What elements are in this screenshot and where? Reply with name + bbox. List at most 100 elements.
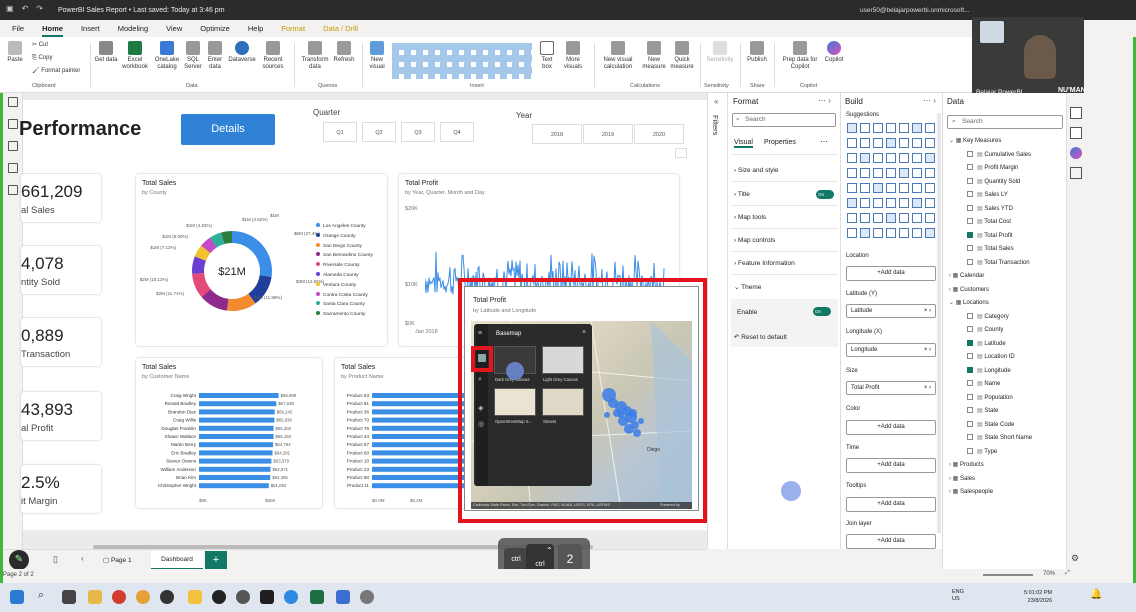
add-data-location[interactable]: +Add data bbox=[846, 266, 936, 281]
app-icon[interactable] bbox=[160, 590, 174, 604]
bar[interactable] bbox=[372, 434, 472, 439]
bar[interactable] bbox=[199, 425, 274, 431]
visual-type-icon[interactable] bbox=[886, 198, 896, 208]
more-visuals-button[interactable]: More visuals bbox=[558, 41, 588, 71]
field-item[interactable]: ▤ Latitude bbox=[967, 339, 1006, 347]
kpi-card[interactable]: 43,893 al Profit bbox=[21, 392, 101, 440]
get-data-button[interactable]: Get data bbox=[94, 41, 118, 64]
visual-type-icon[interactable] bbox=[873, 183, 883, 193]
donut-chart-visual[interactable]: Total Sales by County $1M $1M (4.82%) $1M … bbox=[136, 174, 387, 346]
field-item[interactable]: ▤ Sales LY bbox=[967, 191, 1008, 198]
dax-query-icon[interactable] bbox=[8, 163, 18, 173]
publish-button[interactable]: Publish bbox=[744, 41, 770, 64]
visual-type-icon[interactable] bbox=[847, 168, 857, 178]
visual-type-icon[interactable] bbox=[925, 213, 935, 223]
section-map-controls[interactable]: › Map controls bbox=[734, 237, 775, 244]
visual-type-icon[interactable] bbox=[860, 198, 870, 208]
bar[interactable] bbox=[199, 442, 274, 448]
visual-type-icon[interactable] bbox=[912, 123, 922, 133]
field-item[interactable]: ▤ County bbox=[967, 326, 1003, 333]
app-icon[interactable] bbox=[260, 590, 274, 604]
bar[interactable] bbox=[372, 442, 472, 448]
bar[interactable] bbox=[372, 393, 472, 398]
clock[interactable]: 5:01:02 PM 23/8/2026 bbox=[1024, 589, 1052, 605]
section-title[interactable]: › Title bbox=[734, 191, 750, 198]
visual-type-icon[interactable] bbox=[873, 198, 883, 208]
bar[interactable] bbox=[372, 466, 472, 472]
visual-type-icon[interactable] bbox=[912, 198, 922, 208]
field-table[interactable]: › ▦ Salespeople bbox=[949, 488, 993, 495]
tab-file[interactable]: File bbox=[12, 24, 24, 33]
app-icon[interactable] bbox=[212, 590, 226, 604]
section-size-style[interactable]: › Size and style bbox=[734, 167, 778, 174]
refresh-button[interactable]: Refresh bbox=[332, 41, 356, 64]
visual-gallery[interactable] bbox=[392, 43, 532, 79]
legend-item[interactable]: Los Angeles County bbox=[316, 222, 373, 232]
visual-type-icon[interactable] bbox=[912, 138, 922, 148]
visual-type-icon[interactable] bbox=[912, 213, 922, 223]
tab-home[interactable]: Home bbox=[42, 24, 63, 37]
more-icon[interactable]: ⋯ bbox=[820, 137, 828, 146]
model-view-icon[interactable] bbox=[8, 141, 18, 151]
visual-type-icon[interactable] bbox=[899, 168, 909, 178]
bar[interactable] bbox=[199, 483, 269, 489]
bar[interactable] bbox=[199, 417, 275, 423]
visual-type-icon[interactable] bbox=[847, 183, 857, 193]
visual-type-icon[interactable] bbox=[899, 138, 909, 148]
task-view-icon[interactable] bbox=[62, 590, 76, 604]
add-data-color[interactable]: +Add data bbox=[846, 420, 936, 435]
chrome-icon[interactable] bbox=[136, 590, 150, 604]
report-view-icon[interactable] bbox=[8, 97, 18, 107]
field-table[interactable]: ⌄ ▦ Key Measures bbox=[949, 137, 1001, 144]
more-options-icon[interactable]: ⋯ › bbox=[923, 96, 936, 105]
field-item[interactable]: ▤ Sales YTD bbox=[967, 204, 1013, 212]
visual-type-icon[interactable] bbox=[860, 213, 870, 223]
kpi-card[interactable]: 2.5% it Margin bbox=[21, 465, 101, 513]
bar[interactable] bbox=[199, 393, 279, 398]
visual-type-icon[interactable] bbox=[886, 138, 896, 148]
dataverse-button[interactable]: Dataverse bbox=[226, 41, 258, 64]
field-item[interactable]: ▤ Location ID bbox=[967, 353, 1015, 360]
field-item[interactable]: ▤ State Code bbox=[967, 420, 1014, 428]
field-item[interactable]: ▤ Longitude bbox=[967, 366, 1011, 374]
visual-type-icon[interactable] bbox=[925, 168, 935, 178]
field-item[interactable]: ▤ Total Transaction bbox=[967, 258, 1030, 266]
format-painter-button[interactable]: 🖌 Format painter bbox=[32, 68, 80, 75]
bar[interactable] bbox=[372, 409, 472, 415]
settings-icon[interactable]: ⚙ bbox=[1071, 553, 1079, 564]
field-item[interactable]: ▤ Category bbox=[967, 312, 1009, 320]
bar[interactable] bbox=[199, 401, 277, 407]
visual-type-icon[interactable] bbox=[899, 153, 909, 163]
title-toggle[interactable]: On bbox=[816, 190, 834, 199]
format-pane-icon[interactable] bbox=[1070, 127, 1082, 139]
quarter-q1[interactable]: Q1 bbox=[323, 122, 357, 142]
visual-type-icon[interactable] bbox=[925, 153, 935, 163]
visual-type-icon[interactable] bbox=[912, 183, 922, 193]
section-map-tools[interactable]: › Map tools bbox=[734, 214, 766, 221]
field-item[interactable]: ▤ State Short Name bbox=[967, 434, 1032, 441]
quick-measure-button[interactable]: Quick measure bbox=[668, 41, 696, 71]
build-pane-icon[interactable] bbox=[1070, 107, 1082, 119]
new-measure-button[interactable]: New measure bbox=[640, 41, 668, 71]
field-table[interactable]: › ▦ Products bbox=[949, 461, 984, 468]
quarter-q3[interactable]: Q3 bbox=[401, 122, 435, 142]
filters-strip[interactable]: « Filters bbox=[707, 93, 727, 549]
visual-type-icon[interactable] bbox=[912, 168, 922, 178]
field-item[interactable]: ▤ Total Sales bbox=[967, 245, 1014, 252]
bar[interactable] bbox=[372, 401, 472, 407]
excel-icon[interactable] bbox=[310, 590, 324, 604]
visual-type-gallery[interactable] bbox=[847, 123, 939, 243]
reset-default-link[interactable]: ↶ Reset to default bbox=[734, 333, 787, 341]
app-icon[interactable] bbox=[112, 590, 126, 604]
visual-type-icon[interactable] bbox=[886, 123, 896, 133]
tab-format[interactable]: Format bbox=[281, 24, 305, 33]
visual-type-icon[interactable] bbox=[847, 123, 857, 133]
recent-sources-button[interactable]: Recent sources bbox=[258, 41, 288, 71]
legend-item[interactable]: San Diego County bbox=[316, 242, 373, 252]
visual-type-icon[interactable] bbox=[925, 228, 935, 238]
visual-type-icon[interactable] bbox=[847, 138, 857, 148]
visual-type-icon[interactable] bbox=[886, 168, 896, 178]
kpi-card[interactable]: 661,209 al Sales bbox=[21, 174, 101, 222]
visual-type-icon[interactable] bbox=[899, 198, 909, 208]
data-search-input[interactable]: ⌕ Search bbox=[947, 115, 1063, 129]
